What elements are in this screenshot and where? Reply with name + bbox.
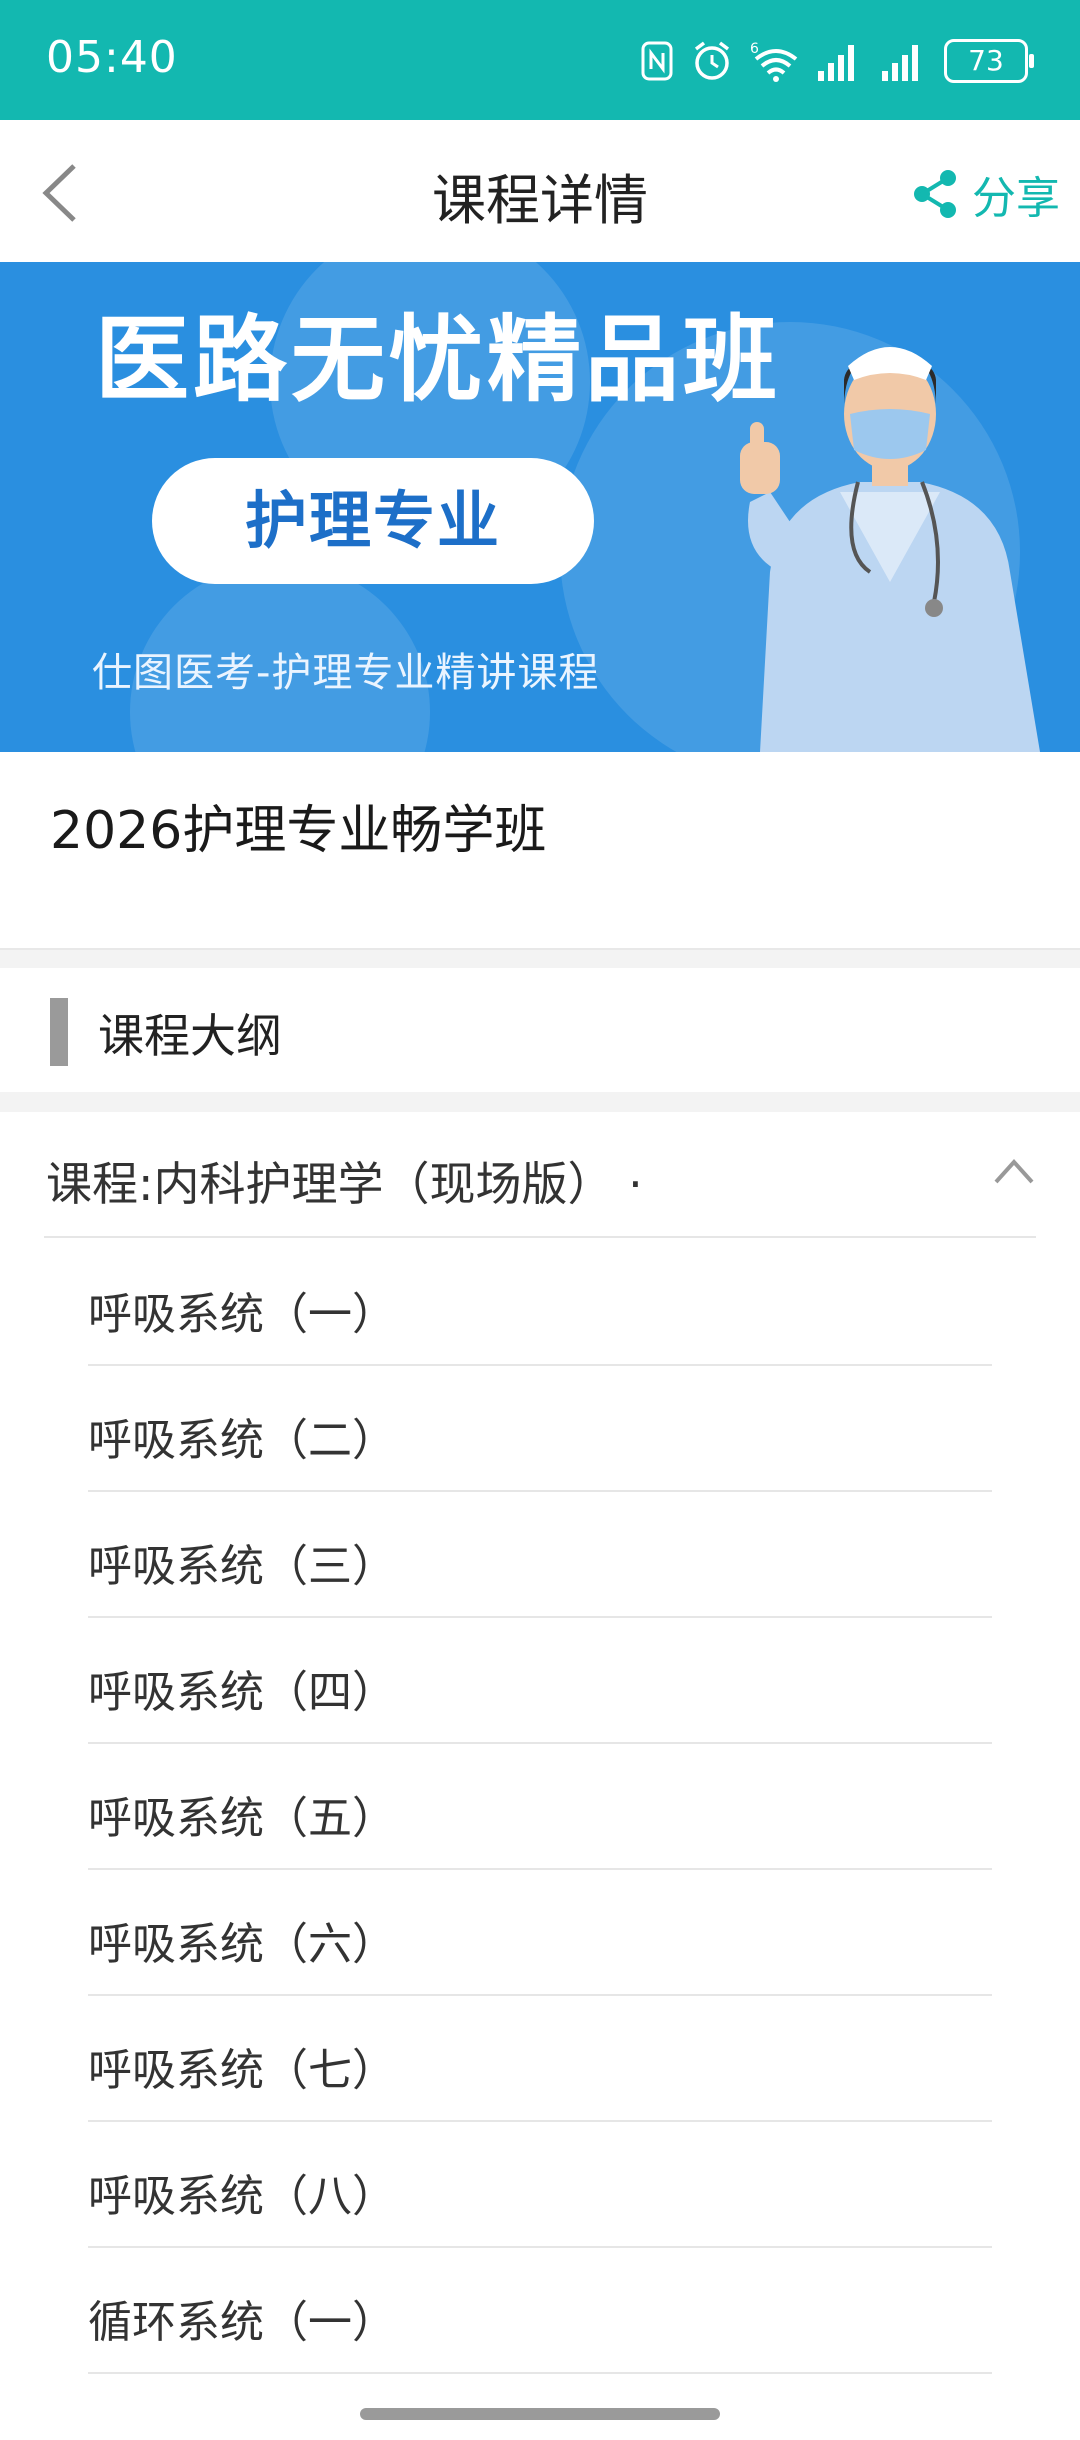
row-divider xyxy=(44,1236,1036,1238)
lesson-label: 呼吸系统（八） xyxy=(88,2171,396,2222)
chapter-label: 课程:内科护理学（现场版） · xyxy=(46,1157,643,1211)
svg-text:6: 6 xyxy=(750,41,759,57)
lesson-label: 呼吸系统（一） xyxy=(88,1289,396,1340)
lesson-item[interactable]: 呼吸系统（三） xyxy=(0,1492,1080,1618)
battery-icon: 73 xyxy=(944,39,1034,83)
lesson-label: 呼吸系统（七） xyxy=(88,2045,396,2096)
lesson-label: 呼吸系统（二） xyxy=(88,1415,396,1466)
share-button[interactable]: 分享 xyxy=(912,162,1060,226)
banner-subtitle: 仕图医考-护理专业精讲课程 xyxy=(92,650,600,696)
banner-pill: 护理专业 xyxy=(152,458,594,584)
course-title: 2026护理专业畅学班 xyxy=(50,801,547,861)
outline-heading: 课程大纲 xyxy=(98,1009,282,1063)
lesson-label: 呼吸系统（六） xyxy=(88,1919,396,1970)
section-divider xyxy=(0,1092,1080,1112)
course-banner: 医路无忧精品班 护理专业 仕图医考-护理专业精讲课程 xyxy=(0,262,1080,752)
status-time: 05:40 xyxy=(46,32,178,83)
lesson-item[interactable]: 呼吸系统（七） xyxy=(0,1996,1080,2122)
lesson-item[interactable]: 呼吸系统（八） xyxy=(0,2122,1080,2248)
share-label: 分享 xyxy=(972,173,1060,224)
lesson-item[interactable]: 呼吸系统（五） xyxy=(0,1744,1080,1870)
alarm-icon xyxy=(694,41,730,80)
banner-headline: 医路无忧精品班 xyxy=(95,306,782,415)
signal-icon xyxy=(818,45,854,81)
signal-icon xyxy=(882,45,918,81)
status-icons: 6 73 xyxy=(640,36,1034,86)
lesson-label: 呼吸系统（五） xyxy=(88,1793,396,1844)
lesson-item[interactable]: 呼吸系统（一） xyxy=(0,1240,1080,1366)
battery-level: 73 xyxy=(968,44,1004,77)
section-divider xyxy=(0,948,1080,970)
home-indicator[interactable] xyxy=(360,2408,720,2420)
wifi-icon: 6 xyxy=(750,41,798,82)
nurse-illustration xyxy=(740,347,1040,752)
section-accent-bar xyxy=(50,998,68,1066)
row-divider xyxy=(88,2372,992,2374)
lesson-label: 呼吸系统（三） xyxy=(88,1541,396,1592)
lesson-list: 呼吸系统（一） 呼吸系统（二） 呼吸系统（三） 呼吸系统（四） 呼吸系统（五） … xyxy=(0,1240,1080,2374)
lesson-label: 呼吸系统（四） xyxy=(88,1667,396,1718)
lesson-item[interactable]: 循环系统（一） xyxy=(0,2248,1080,2374)
status-bar: 05:40 6 73 xyxy=(0,0,1080,120)
lesson-label: 循环系统（一） xyxy=(88,2297,396,2348)
nfc-icon xyxy=(641,41,673,81)
chevron-up-icon[interactable] xyxy=(992,1156,1036,1186)
outline-header: 课程大纲 xyxy=(0,968,1080,1092)
lesson-item[interactable]: 呼吸系统（二） xyxy=(0,1366,1080,1492)
chapter-row[interactable]: 课程:内科护理学（现场版） · xyxy=(0,1112,1080,1238)
app-header: 课程详情 分享 xyxy=(0,120,1080,260)
share-icon xyxy=(914,170,956,218)
lesson-item[interactable]: 呼吸系统（四） xyxy=(0,1618,1080,1744)
lesson-item[interactable]: 呼吸系统（六） xyxy=(0,1870,1080,1996)
